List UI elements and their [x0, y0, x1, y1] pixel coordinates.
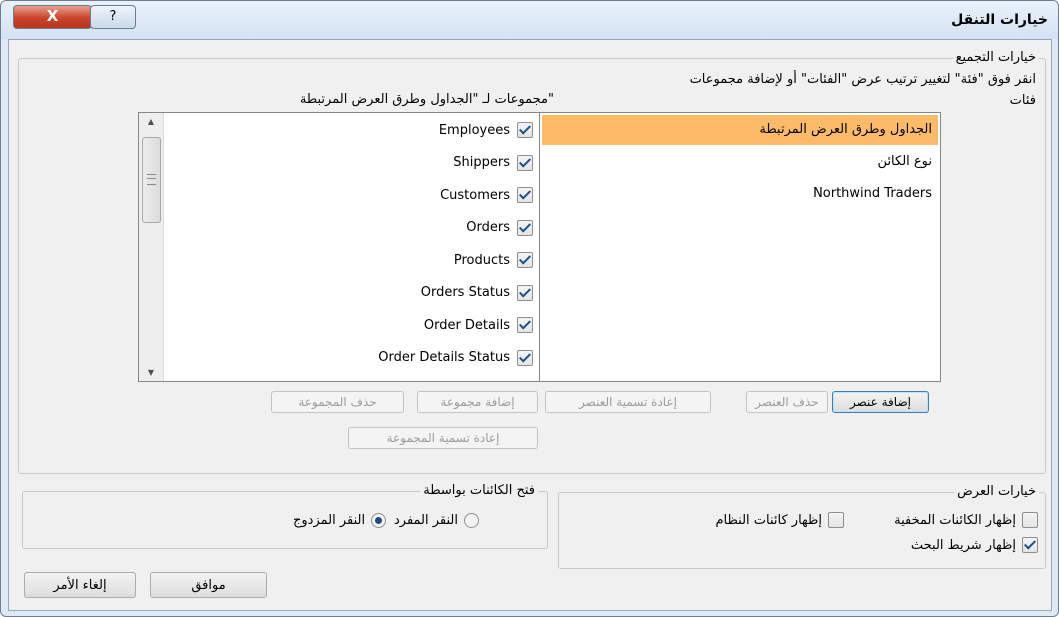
- show-search-checkbox[interactable]: [1022, 537, 1038, 553]
- delete-item-button[interactable]: حذف العنصر: [746, 391, 828, 413]
- group-item[interactable]: Shippers: [453, 151, 533, 175]
- group-item-checkbox[interactable]: [517, 154, 533, 171]
- group-item[interactable]: Customers: [440, 183, 533, 207]
- group-item-checkbox[interactable]: [517, 122, 533, 138]
- display-options-legend: خيارات العرض: [954, 484, 1039, 499]
- delete-group-button[interactable]: حذف المجموعة: [271, 391, 404, 413]
- add-group-button[interactable]: إضافة مجموعة: [417, 391, 538, 413]
- grouping-options-group: خيارات التجميع انقر فوق "فئة" لتغيير ترت…: [18, 50, 1046, 474]
- group-item-label: Shippers: [453, 155, 510, 170]
- group-item-checkbox[interactable]: [517, 219, 533, 236]
- open-objects-group: فتح الكائنات بواسطة النقر المفرد النقر ا…: [22, 483, 548, 549]
- group-item-checkbox[interactable]: [517, 252, 533, 268]
- group-item-checkbox[interactable]: [517, 187, 533, 203]
- group-item[interactable]: Orders Status: [421, 281, 533, 305]
- group-item-label: Customers: [440, 187, 510, 203]
- show-system-option[interactable]: إظهار كائنات النظام: [715, 512, 844, 528]
- group-item-checkbox[interactable]: [517, 349, 533, 366]
- double-click-radio[interactable]: [371, 513, 387, 528]
- group-item[interactable]: Orders: [466, 216, 533, 240]
- groups-list[interactable]: ▲ ▼ Employees Shippers Customers Orders Prod…: [138, 112, 540, 382]
- scroll-up-arrow-icon[interactable]: ▲: [139, 117, 163, 126]
- cancel-button[interactable]: إلغاء الأمر: [24, 572, 136, 598]
- add-item-button[interactable]: إضافة عنصر: [832, 391, 929, 413]
- help-icon: ?: [109, 9, 117, 24]
- rename-item-button[interactable]: إعادة تسمية العنصر: [545, 391, 711, 413]
- group-item[interactable]: Order Details Status: [378, 346, 533, 370]
- category-item[interactable]: نوع الكائن: [542, 147, 938, 177]
- group-item-checkbox[interactable]: [517, 284, 533, 301]
- group-item-label: Employees: [438, 122, 510, 138]
- group-item-label: Orders: [466, 220, 510, 235]
- show-search-option[interactable]: إظهار شريط البحث: [911, 537, 1038, 553]
- show-search-label: إظهار شريط البحث: [910, 537, 1016, 553]
- group-item[interactable]: Products: [454, 248, 533, 272]
- show-hidden-checkbox[interactable]: [1022, 512, 1038, 528]
- show-hidden-option[interactable]: إظهار الكائنات المخفية: [894, 512, 1038, 528]
- dialog-body: خيارات التجميع انقر فوق "فئة" لتغيير ترت…: [8, 39, 1052, 611]
- close-button[interactable]: X: [13, 5, 92, 29]
- show-system-label: إظهار كائنات النظام: [715, 512, 822, 528]
- group-item-label: Orders Status: [420, 285, 510, 300]
- display-options-group: خيارات العرض إظهار الكائنات المخفية إظها…: [558, 484, 1046, 569]
- double-click-label: النقر المزدوج: [293, 513, 366, 528]
- open-objects-legend: فتح الكائنات بواسطة: [420, 483, 538, 498]
- group-item[interactable]: Order Details: [424, 313, 533, 337]
- help-button[interactable]: ?: [90, 5, 136, 29]
- group-item-label: Order Details Status: [378, 350, 510, 365]
- dialog-title: خيارات التنقل: [951, 12, 1048, 28]
- show-system-checkbox[interactable]: [828, 512, 844, 528]
- rename-group-button[interactable]: إعادة تسمية المجموعة: [348, 427, 538, 449]
- scroll-down-arrow-icon[interactable]: ▼: [139, 368, 163, 377]
- show-hidden-label: إظهار الكائنات المخفية: [894, 512, 1016, 528]
- group-item-label: Order Details: [423, 317, 510, 333]
- grouping-options-legend: خيارات التجميع: [952, 50, 1039, 65]
- groups-label: مجموعات لـ "الجداول وطرق العرض المرتبطة": [299, 92, 554, 107]
- group-item-label: Products: [453, 252, 510, 268]
- single-click-label: النقر المفرد: [394, 513, 459, 528]
- scroll-grip-icon: [147, 174, 156, 185]
- single-click-radio[interactable]: [464, 513, 480, 528]
- category-item[interactable]: الجداول وطرق العرض المرتبطة: [542, 115, 938, 145]
- single-click-option[interactable]: النقر المفرد: [394, 513, 480, 528]
- group-item-checkbox[interactable]: [517, 317, 533, 333]
- ok-button[interactable]: موافق: [150, 572, 267, 598]
- categories-list[interactable]: الجداول وطرق العرض المرتبطة نوع الكائن Nor…: [539, 112, 941, 382]
- grouping-instruction: انقر فوق "فئة" لتغيير ترتيب عرض "الفئات"…: [689, 72, 1036, 87]
- category-item[interactable]: Northwind Traders: [542, 179, 938, 209]
- categories-label: فئات: [1009, 93, 1036, 108]
- title-bar: X ? خيارات التنقل: [1, 1, 1058, 39]
- double-click-option[interactable]: النقر المزدوج: [293, 513, 387, 528]
- close-icon: X: [46, 7, 59, 25]
- groups-scrollbar[interactable]: ▲ ▼: [139, 113, 164, 381]
- navigation-options-dialog: X ? خيارات التنقل خيارات التجميع انقر فو…: [0, 0, 1059, 617]
- group-item[interactable]: Employees: [439, 118, 533, 142]
- scroll-thumb[interactable]: [142, 137, 161, 223]
